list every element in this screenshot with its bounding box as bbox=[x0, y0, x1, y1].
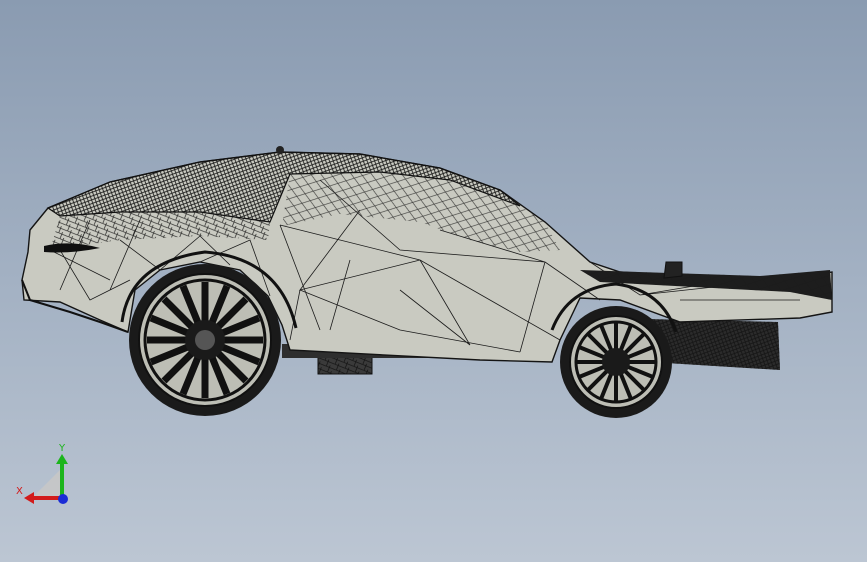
rear-wheel bbox=[129, 264, 281, 416]
triad-reference-triangle bbox=[32, 470, 60, 498]
front-wheel bbox=[560, 306, 672, 418]
orientation-triad[interactable]: X Y bbox=[10, 438, 80, 508]
triad-z-axis bbox=[58, 494, 68, 504]
triad-y-arrowhead bbox=[56, 454, 68, 464]
triad-x-label: X bbox=[16, 486, 23, 497]
triad-x-arrowhead bbox=[24, 492, 34, 504]
triad-y-label: Y bbox=[59, 443, 66, 454]
graphics-viewport[interactable]: X Y bbox=[0, 0, 867, 562]
roof-antenna bbox=[276, 146, 284, 154]
side-mirror bbox=[663, 261, 683, 279]
car-wireframe-model[interactable] bbox=[0, 0, 867, 562]
triad-graphic bbox=[24, 454, 68, 504]
